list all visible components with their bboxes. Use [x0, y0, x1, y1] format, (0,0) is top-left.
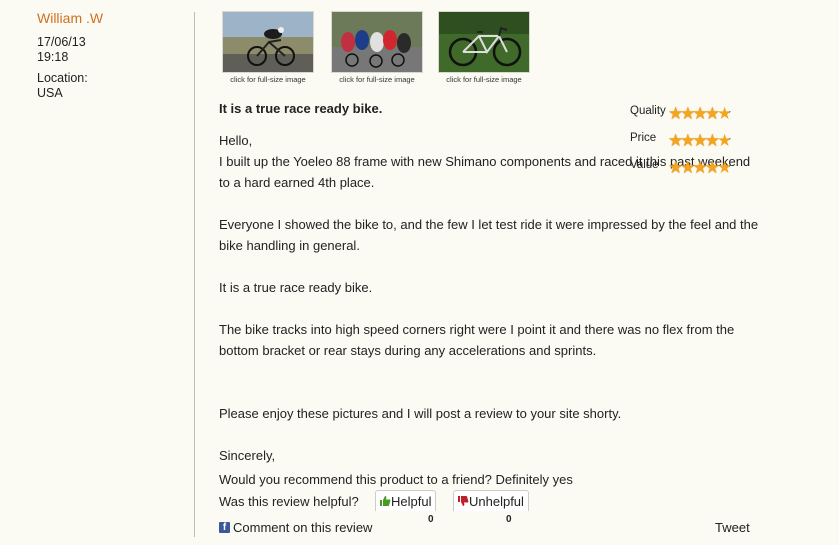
review-paragraph: The bike tracks into high speed corners …: [219, 322, 735, 358]
review-paragraph: Everyone I showed the bike to, and the f…: [219, 217, 759, 253]
review-title: It is a true race ready bike.: [219, 101, 383, 116]
location-label: Location:: [37, 71, 88, 85]
comment-link[interactable]: f Comment on this review: [219, 520, 372, 535]
rating-label: Value: [630, 159, 659, 171]
rating-label: Quality: [630, 105, 666, 117]
image-caption[interactable]: click for full-size image: [331, 75, 423, 84]
paragraph-spacer: [219, 361, 759, 382]
review-image-2[interactable]: click for full-size image: [331, 11, 423, 84]
helpful-button[interactable]: Helpful: [375, 490, 437, 511]
thumbs-up-icon: [380, 496, 391, 506]
review-body: Hello, I built up the Yoeleo 88 frame wit…: [219, 130, 759, 466]
paragraph-spacer: [219, 193, 759, 214]
unhelpful-button[interactable]: Unhelpful: [453, 490, 529, 511]
location-value: USA: [37, 86, 63, 100]
column-divider: [194, 12, 195, 537]
tweet-link[interactable]: Tweet: [715, 520, 750, 535]
review-image-1[interactable]: click for full-size image: [222, 11, 314, 84]
reviewer-info: William .W 17/06/13 19:18 Location: USA: [37, 10, 177, 101]
paragraph-spacer: [219, 256, 759, 277]
helpful-count: 0: [428, 514, 434, 525]
star-rating: ★ ★ ★ ★ ★: [668, 104, 733, 123]
review-date: 17/06/13: [37, 35, 86, 49]
reviewer-name[interactable]: William .W: [37, 10, 177, 26]
facebook-icon: f: [219, 522, 230, 533]
paragraph-spacer: [219, 298, 759, 319]
image-caption[interactable]: click for full-size image: [438, 75, 530, 84]
star-icon: ★: [717, 131, 733, 150]
paragraph-spacer: [219, 424, 759, 445]
review-paragraph: Please enjoy these pictures and I will p…: [219, 406, 622, 421]
time-trial-rider-photo[interactable]: [222, 11, 314, 73]
helpful-question: Was this review helpful?: [219, 494, 359, 509]
unhelpful-count: 0: [506, 514, 512, 525]
rating-label: Price: [630, 132, 657, 144]
bike-on-grass-photo[interactable]: [438, 11, 530, 73]
unhelpful-label: Unhelpful: [469, 494, 524, 509]
peloton-race-photo[interactable]: [331, 11, 423, 73]
image-caption[interactable]: click for full-size image: [222, 75, 314, 84]
paragraph-spacer: [219, 382, 759, 403]
review-image-3[interactable]: click for full-size image: [438, 11, 530, 84]
review-time: 19:18: [37, 50, 69, 64]
star-icon: ★: [717, 104, 733, 123]
star-rating: ★ ★ ★ ★ ★: [668, 131, 733, 150]
review-paragraph: Sincerely,: [219, 448, 276, 463]
thumbs-down-icon: [458, 496, 469, 506]
star-icon: ★: [717, 158, 733, 177]
review-paragraph: It is a true race ready bike.: [219, 280, 373, 295]
helpful-label: Helpful: [391, 494, 432, 509]
recommend-text: Would you recommend this product to a fr…: [219, 472, 573, 487]
comment-label: Comment on this review: [233, 520, 373, 535]
star-rating: ★ ★ ★ ★ ★: [668, 158, 733, 177]
